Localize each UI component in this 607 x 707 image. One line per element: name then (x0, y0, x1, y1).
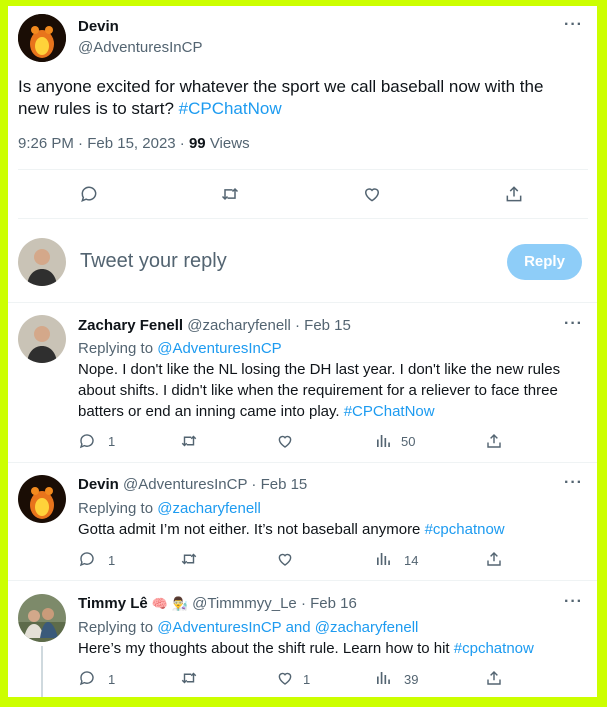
divider (8, 580, 597, 581)
reply-author-avatar[interactable] (18, 475, 66, 523)
reply-header: Devin @AdventuresInCP · Feb 15 (78, 476, 308, 493)
replying-to-label: Replying to (78, 340, 158, 357)
more-icon[interactable]: ··· (564, 315, 583, 333)
views-icon[interactable] (374, 669, 392, 687)
more-icon[interactable]: ··· (564, 593, 583, 611)
tweet-date[interactable]: Feb 15, 2023 (87, 135, 175, 152)
divider (8, 302, 597, 303)
reply-author-handle[interactable]: @zacharyfenell (187, 317, 291, 334)
current-user-avatar[interactable] (18, 238, 66, 286)
main-author-name[interactable]: Devin (78, 18, 119, 35)
replying-to-link[interactable]: @AdventuresInCP and @zacharyfenell (157, 619, 418, 636)
reply-header: Zachary Fenell @zacharyfenell · Feb 15 (78, 317, 351, 334)
more-icon[interactable]: ··· (564, 16, 583, 34)
main-tweet-hashtag[interactable]: #CPChatNow (179, 99, 282, 118)
reply-author-name[interactable]: Devin (78, 476, 119, 493)
reply-body: Here’s my thoughts about the shift rule.… (78, 640, 454, 657)
reply-text: Nope. I don't like the NL losing the DH … (78, 359, 583, 422)
reply-hashtag[interactable]: #CPChatNow (344, 403, 435, 420)
reply-button[interactable]: Reply (507, 244, 582, 280)
main-author-handle[interactable]: @AdventuresInCP (78, 39, 202, 56)
thread-line (41, 646, 43, 697)
like-icon[interactable] (276, 669, 294, 687)
views-icon[interactable] (374, 550, 392, 568)
reply-body: Gotta admit I’m not either. It’s not bas… (78, 521, 425, 538)
replying-to: Replying to @AdventuresInCP and @zachary… (78, 617, 418, 638)
views-count: 14 (404, 553, 419, 568)
reply-author-handle[interactable]: @Timmmyy_Le (192, 595, 297, 612)
divider (18, 169, 588, 170)
reply-author-avatar[interactable] (18, 315, 66, 363)
views-count: 50 (401, 434, 416, 449)
reply-body: Nope. I don't like the NL losing the DH … (78, 361, 561, 420)
reply-date[interactable]: Feb 15 (261, 476, 308, 493)
reply-author-avatar[interactable] (18, 594, 66, 642)
replying-to-link[interactable]: @AdventuresInCP (157, 340, 281, 357)
reply-author-handle[interactable]: @AdventuresInCP (123, 476, 247, 493)
replying-to-label: Replying to (78, 500, 158, 517)
reply-author-name[interactable]: Zachary Fenell (78, 317, 183, 334)
replying-to-label: Replying to (78, 619, 158, 636)
like-icon[interactable] (276, 550, 294, 568)
reply-count: 1 (108, 672, 116, 687)
reply-date[interactable]: Feb 15 (304, 317, 351, 334)
reply-header: Timmy Lê 🧠 👨‍🔬 @Timmmyy_Le · Feb 16 (78, 595, 357, 612)
reply-count: 1 (108, 553, 116, 568)
reply-icon[interactable] (78, 432, 96, 450)
reply-date[interactable]: Feb 16 (310, 595, 357, 612)
more-icon[interactable]: ··· (564, 474, 583, 492)
author-emoji: 🧠 👨‍🔬 (151, 596, 188, 611)
views-count: 39 (404, 672, 419, 687)
like-icon[interactable] (276, 432, 294, 450)
share-icon[interactable] (485, 550, 503, 568)
reply-author-name[interactable]: Timmy Lê (78, 595, 148, 612)
reply-hashtag[interactable]: #cpchatnow (425, 521, 505, 538)
main-author-avatar[interactable] (18, 14, 66, 62)
replying-to-link[interactable]: @zacharyfenell (157, 500, 261, 517)
reply-count: 1 (108, 434, 116, 449)
retweet-icon[interactable] (219, 184, 241, 204)
reply-text: Gotta admit I’m not either. It’s not bas… (78, 519, 583, 540)
like-count: 1 (303, 672, 311, 687)
tweet-thread: Devin @AdventuresInCP ··· Is anyone exci… (8, 6, 597, 697)
reply-icon[interactable] (78, 669, 96, 687)
reply-text: Here’s my thoughts about the shift rule.… (78, 638, 583, 659)
main-tweet-text: Is anyone excited for whatever the sport… (18, 76, 578, 120)
reply-icon[interactable] (78, 550, 96, 568)
replying-to: Replying to @zacharyfenell (78, 498, 261, 519)
retweet-icon[interactable] (179, 432, 199, 450)
views-count: 99 (188, 135, 206, 152)
share-icon[interactable] (485, 432, 503, 450)
reply-hashtag[interactable]: #cpchatnow (454, 640, 534, 657)
main-tweet-meta: 9:26 PM · Feb 15, 2023 · 99 Views (18, 135, 250, 152)
retweet-icon[interactable] (179, 669, 199, 687)
divider (18, 218, 588, 219)
share-icon[interactable] (504, 184, 524, 204)
retweet-icon[interactable] (179, 550, 199, 568)
replying-to: Replying to @AdventuresInCP (78, 338, 282, 359)
reply-input[interactable]: Tweet your reply (80, 250, 227, 273)
tweet-time[interactable]: 9:26 PM (18, 135, 74, 152)
divider (8, 462, 597, 463)
views-icon[interactable] (374, 432, 392, 450)
views-label: Views (209, 135, 250, 152)
like-icon[interactable] (362, 184, 382, 204)
reply-icon[interactable] (79, 184, 99, 204)
share-icon[interactable] (485, 669, 503, 687)
